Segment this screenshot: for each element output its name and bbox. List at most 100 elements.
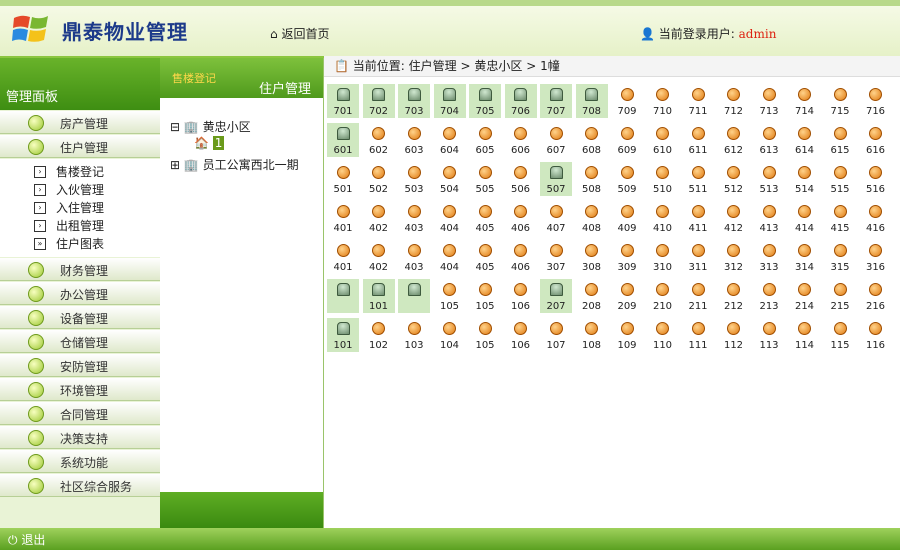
breadcrumb-item[interactable]: 黄忠小区 (474, 59, 522, 73)
room-cell[interactable]: 212 (718, 279, 750, 313)
room-cell[interactable]: 310 (647, 240, 679, 274)
room-cell[interactable]: 211 (682, 279, 714, 313)
room-cell[interactable]: 411 (682, 201, 714, 235)
room-cell[interactable]: 713 (753, 84, 785, 118)
room-cell[interactable]: 603 (398, 123, 430, 157)
room-cell[interactable]: 312 (718, 240, 750, 274)
room-cell[interactable]: 711 (682, 84, 714, 118)
room-cell[interactable]: 502 (363, 162, 395, 196)
room-cell[interactable]: 615 (824, 123, 856, 157)
submenu-item[interactable]: › 入伙管理 (34, 181, 160, 199)
room-cell[interactable]: 413 (753, 201, 785, 235)
room-cell[interactable]: 410 (647, 201, 679, 235)
room-cell[interactable]: 101 (327, 318, 359, 352)
room-cell[interactable]: 406 (505, 240, 537, 274)
room-cell[interactable]: 601 (327, 123, 359, 157)
tree-node-huangzhong[interactable]: ⊟ 🏢 黄忠小区 (170, 118, 251, 135)
tab-sales-register[interactable]: 售楼登记 (172, 70, 216, 86)
sidebar-item-2[interactable]: 办公管理 (0, 282, 160, 305)
room-cell[interactable]: 402 (363, 201, 395, 235)
sidebar-item-4[interactable]: 仓储管理 (0, 330, 160, 353)
room-cell[interactable]: 105 (469, 279, 501, 313)
sidebar-item-3[interactable]: 设备管理 (0, 306, 160, 329)
room-cell[interactable]: 501 (327, 162, 359, 196)
room-cell[interactable]: 508 (576, 162, 608, 196)
room-cell[interactable]: 407 (540, 201, 572, 235)
room-cell[interactable]: 404 (434, 240, 466, 274)
room-cell[interactable]: 610 (647, 123, 679, 157)
room-cell[interactable]: 209 (611, 279, 643, 313)
room-cell[interactable]: 415 (824, 201, 856, 235)
sidebar-item-9[interactable]: 系统功能 (0, 450, 160, 473)
room-cell[interactable]: 214 (789, 279, 821, 313)
room-cell[interactable]: 516 (860, 162, 892, 196)
exit-button[interactable]: ⏻ 退出 (8, 531, 45, 548)
room-cell[interactable]: 412 (718, 201, 750, 235)
room-cell[interactable]: 709 (611, 84, 643, 118)
room-cell[interactable]: 307 (540, 240, 572, 274)
tree-node-staff-dorm[interactable]: ⊞ 🏢 员工公寓西北一期 (170, 156, 299, 173)
room-cell[interactable]: 704 (433, 84, 466, 118)
submenu-item[interactable]: › 出租管理 (34, 217, 160, 235)
room-cell[interactable]: 210 (647, 279, 679, 313)
tab-resident-management[interactable]: 住户管理 (259, 78, 311, 97)
room-cell[interactable]: 115 (824, 318, 856, 352)
room-cell[interactable]: 612 (718, 123, 750, 157)
room-cell[interactable]: 105 (434, 279, 466, 313)
room-cell[interactable]: 416 (860, 201, 892, 235)
room-cell[interactable]: 405 (469, 240, 501, 274)
room-cell[interactable]: 114 (789, 318, 821, 352)
room-cell[interactable]: 405 (469, 201, 501, 235)
room-cell[interactable]: 505 (469, 162, 501, 196)
room-cell[interactable]: 702 (362, 84, 395, 118)
room-cell[interactable]: 404 (434, 201, 466, 235)
room-cell[interactable]: 608 (576, 123, 608, 157)
sidebar-item-1[interactable]: 房产管理 (0, 111, 160, 134)
room-cell[interactable]: 613 (753, 123, 785, 157)
home-link[interactable]: ⌂ 返回首页 (270, 25, 329, 42)
room-cell[interactable]: 504 (434, 162, 466, 196)
room-cell[interactable]: 514 (789, 162, 821, 196)
room-cell[interactable]: 109 (611, 318, 643, 352)
room-cell[interactable]: 215 (824, 279, 856, 313)
sidebar-item-8[interactable]: 决策支持 (0, 426, 160, 449)
room-cell[interactable]: 715 (824, 84, 856, 118)
room-cell[interactable]: 113 (753, 318, 785, 352)
room-cell[interactable]: 512 (718, 162, 750, 196)
room-cell[interactable]: 213 (753, 279, 785, 313)
room-cell[interactable]: 311 (682, 240, 714, 274)
room-cell[interactable]: 406 (505, 201, 537, 235)
room-cell[interactable]: 511 (682, 162, 714, 196)
room-cell[interactable]: 707 (540, 84, 572, 118)
submenu-item[interactable]: › 入住管理 (34, 199, 160, 217)
room-cell[interactable]: 104 (434, 318, 466, 352)
tree-node-building-1[interactable]: 🏠 1 (194, 136, 225, 150)
room-cell[interactable]: 315 (824, 240, 856, 274)
room-cell[interactable]: 701 (327, 84, 359, 118)
room-cell[interactable]: 710 (647, 84, 679, 118)
room-cell[interactable]: 714 (789, 84, 821, 118)
room-cell[interactable]: 513 (753, 162, 785, 196)
room-cell[interactable]: 602 (363, 123, 395, 157)
room-cell[interactable]: 108 (576, 318, 608, 352)
room-cell[interactable]: 110 (647, 318, 679, 352)
room-cell[interactable]: 103 (398, 318, 430, 352)
room-cell[interactable]: 102 (363, 318, 395, 352)
room-cell[interactable]: 716 (860, 84, 892, 118)
room-cell[interactable]: 614 (789, 123, 821, 157)
room-cell[interactable]: 414 (789, 201, 821, 235)
room-cell[interactable]: 112 (718, 318, 750, 352)
breadcrumb-item[interactable]: 住户管理 (409, 59, 457, 73)
room-cell[interactable]: 316 (860, 240, 892, 274)
room-cell[interactable]: 506 (505, 162, 537, 196)
room-cell[interactable]: 705 (469, 84, 501, 118)
room-cell[interactable]: 609 (611, 123, 643, 157)
room-cell[interactable]: 105 (469, 318, 501, 352)
sidebar-item-7[interactable]: 合同管理 (0, 402, 160, 425)
sidebar-item-10[interactable]: 社区综合服务 (0, 474, 160, 497)
room-cell[interactable]: 604 (434, 123, 466, 157)
room-cell[interactable]: 207 (540, 279, 572, 313)
room-cell[interactable]: 616 (860, 123, 892, 157)
room-cell[interactable]: 106 (505, 279, 537, 313)
room-cell[interactable]: 708 (575, 84, 608, 118)
